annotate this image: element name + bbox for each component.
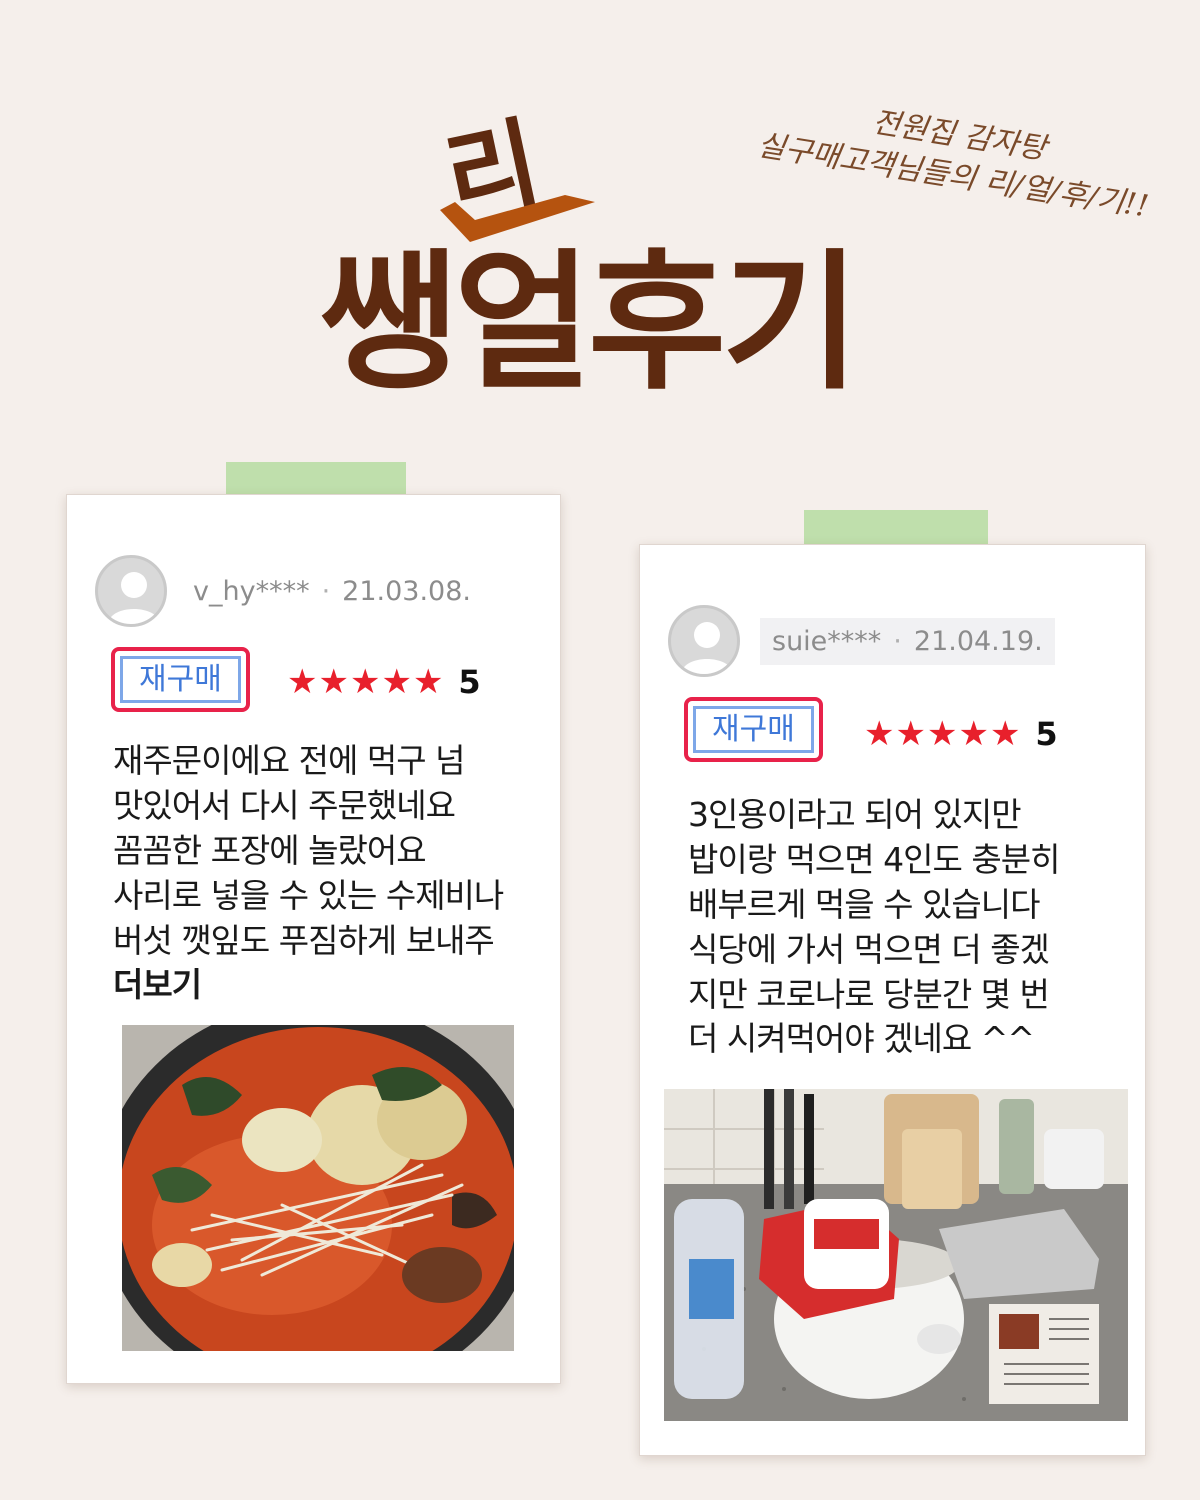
review-line: 버섯 깻잎도 푸짐하게 보내주 [113,920,495,960]
title-main: 쌩얼후기 [320,236,860,411]
username: v_hy**** [193,575,310,607]
review-header: suie**** · 21.04.19. [668,605,1055,677]
review-line: 재주문이에요 전에 먹구 넘 [113,741,465,780]
page-title: 리 쌩얼후기 [320,90,960,411]
review-line: 더 시켜먹어야 겠네요 ^^ [688,1019,1035,1059]
star-icon: ★ [318,662,349,702]
review-line: 밥이랑 먹으면 4인도 충분히 [688,839,1060,879]
star-icon: ★ [958,714,989,754]
review-card-2: suie**** · 21.04.19. 재구매 ★ ★ ★ ★ ★ 5 3인용이라… [639,544,1146,1456]
review-meta: v_hy**** · 21.03.08. [193,575,471,607]
review-line: 맛있어서 다시 주문했네요 [113,785,456,825]
star-icon: ★ [381,662,412,702]
rating: ★ ★ ★ ★ ★ 5 [287,663,481,701]
review-text: 3인용이라고 되어 있지만 밥이랑 먹으면 4인도 충분히 배부르게 먹을 수 … [688,793,1060,1062]
star-icon: ★ [989,714,1021,754]
star-icon: ★ [926,714,958,754]
review-meta: suie**** · 21.04.19. [760,617,1055,665]
review-line: 배부르게 먹을 수 있습니다 [688,884,1040,924]
review-date: 21.03.08. [342,575,471,607]
review-date: 21.04.19. [913,625,1043,657]
repurchase-badge: 재구매 [120,656,241,703]
review-line: 꼼꼼한 포장에 놀랐어요 [113,830,427,870]
avatar [95,555,167,627]
review-card-1: v_hy**** · 21.03.08. 재구매 ★ ★ ★ ★ ★ 5 재주문이에… [66,494,561,1384]
review-line: 지만 코로나로 당분간 몇 번 [688,974,1050,1014]
star-icon: ★ [412,662,444,702]
review-photo-kitchen [664,1089,1128,1421]
review-line: 3인용이라고 되어 있지만 [688,795,1022,834]
read-more-link[interactable]: 더보기 [113,963,503,1008]
star-icon: ★ [864,714,895,754]
rating-score: 5 [1035,715,1058,753]
star-icon: ★ [895,714,926,754]
user-silhouette-icon [108,572,160,624]
review-text: 재주문이에요 전에 먹구 넘 맛있어서 다시 주문했네요 꼼꼼한 포장에 놀랐어… [113,739,504,1008]
review-line: 사리로 넣을 수 있는 수제비나 [113,875,504,915]
username: suie**** [772,625,882,657]
review-photo-gamjatang [122,1025,514,1351]
review-header: v_hy**** · 21.03.08. [95,555,471,627]
review-line: 식당에 가서 먹으면 더 좋겠 [688,929,1050,969]
avatar [668,605,740,677]
rating-score: 5 [458,663,481,701]
star-icon: ★ [287,662,318,702]
star-icon: ★ [349,662,381,702]
rating: ★ ★ ★ ★ ★ 5 [864,715,1058,753]
user-silhouette-icon [681,622,733,674]
repurchase-badge: 재구매 [693,706,814,753]
repurchase-badge-highlight: 재구매 [111,647,250,712]
repurchase-badge-highlight: 재구매 [684,697,823,762]
